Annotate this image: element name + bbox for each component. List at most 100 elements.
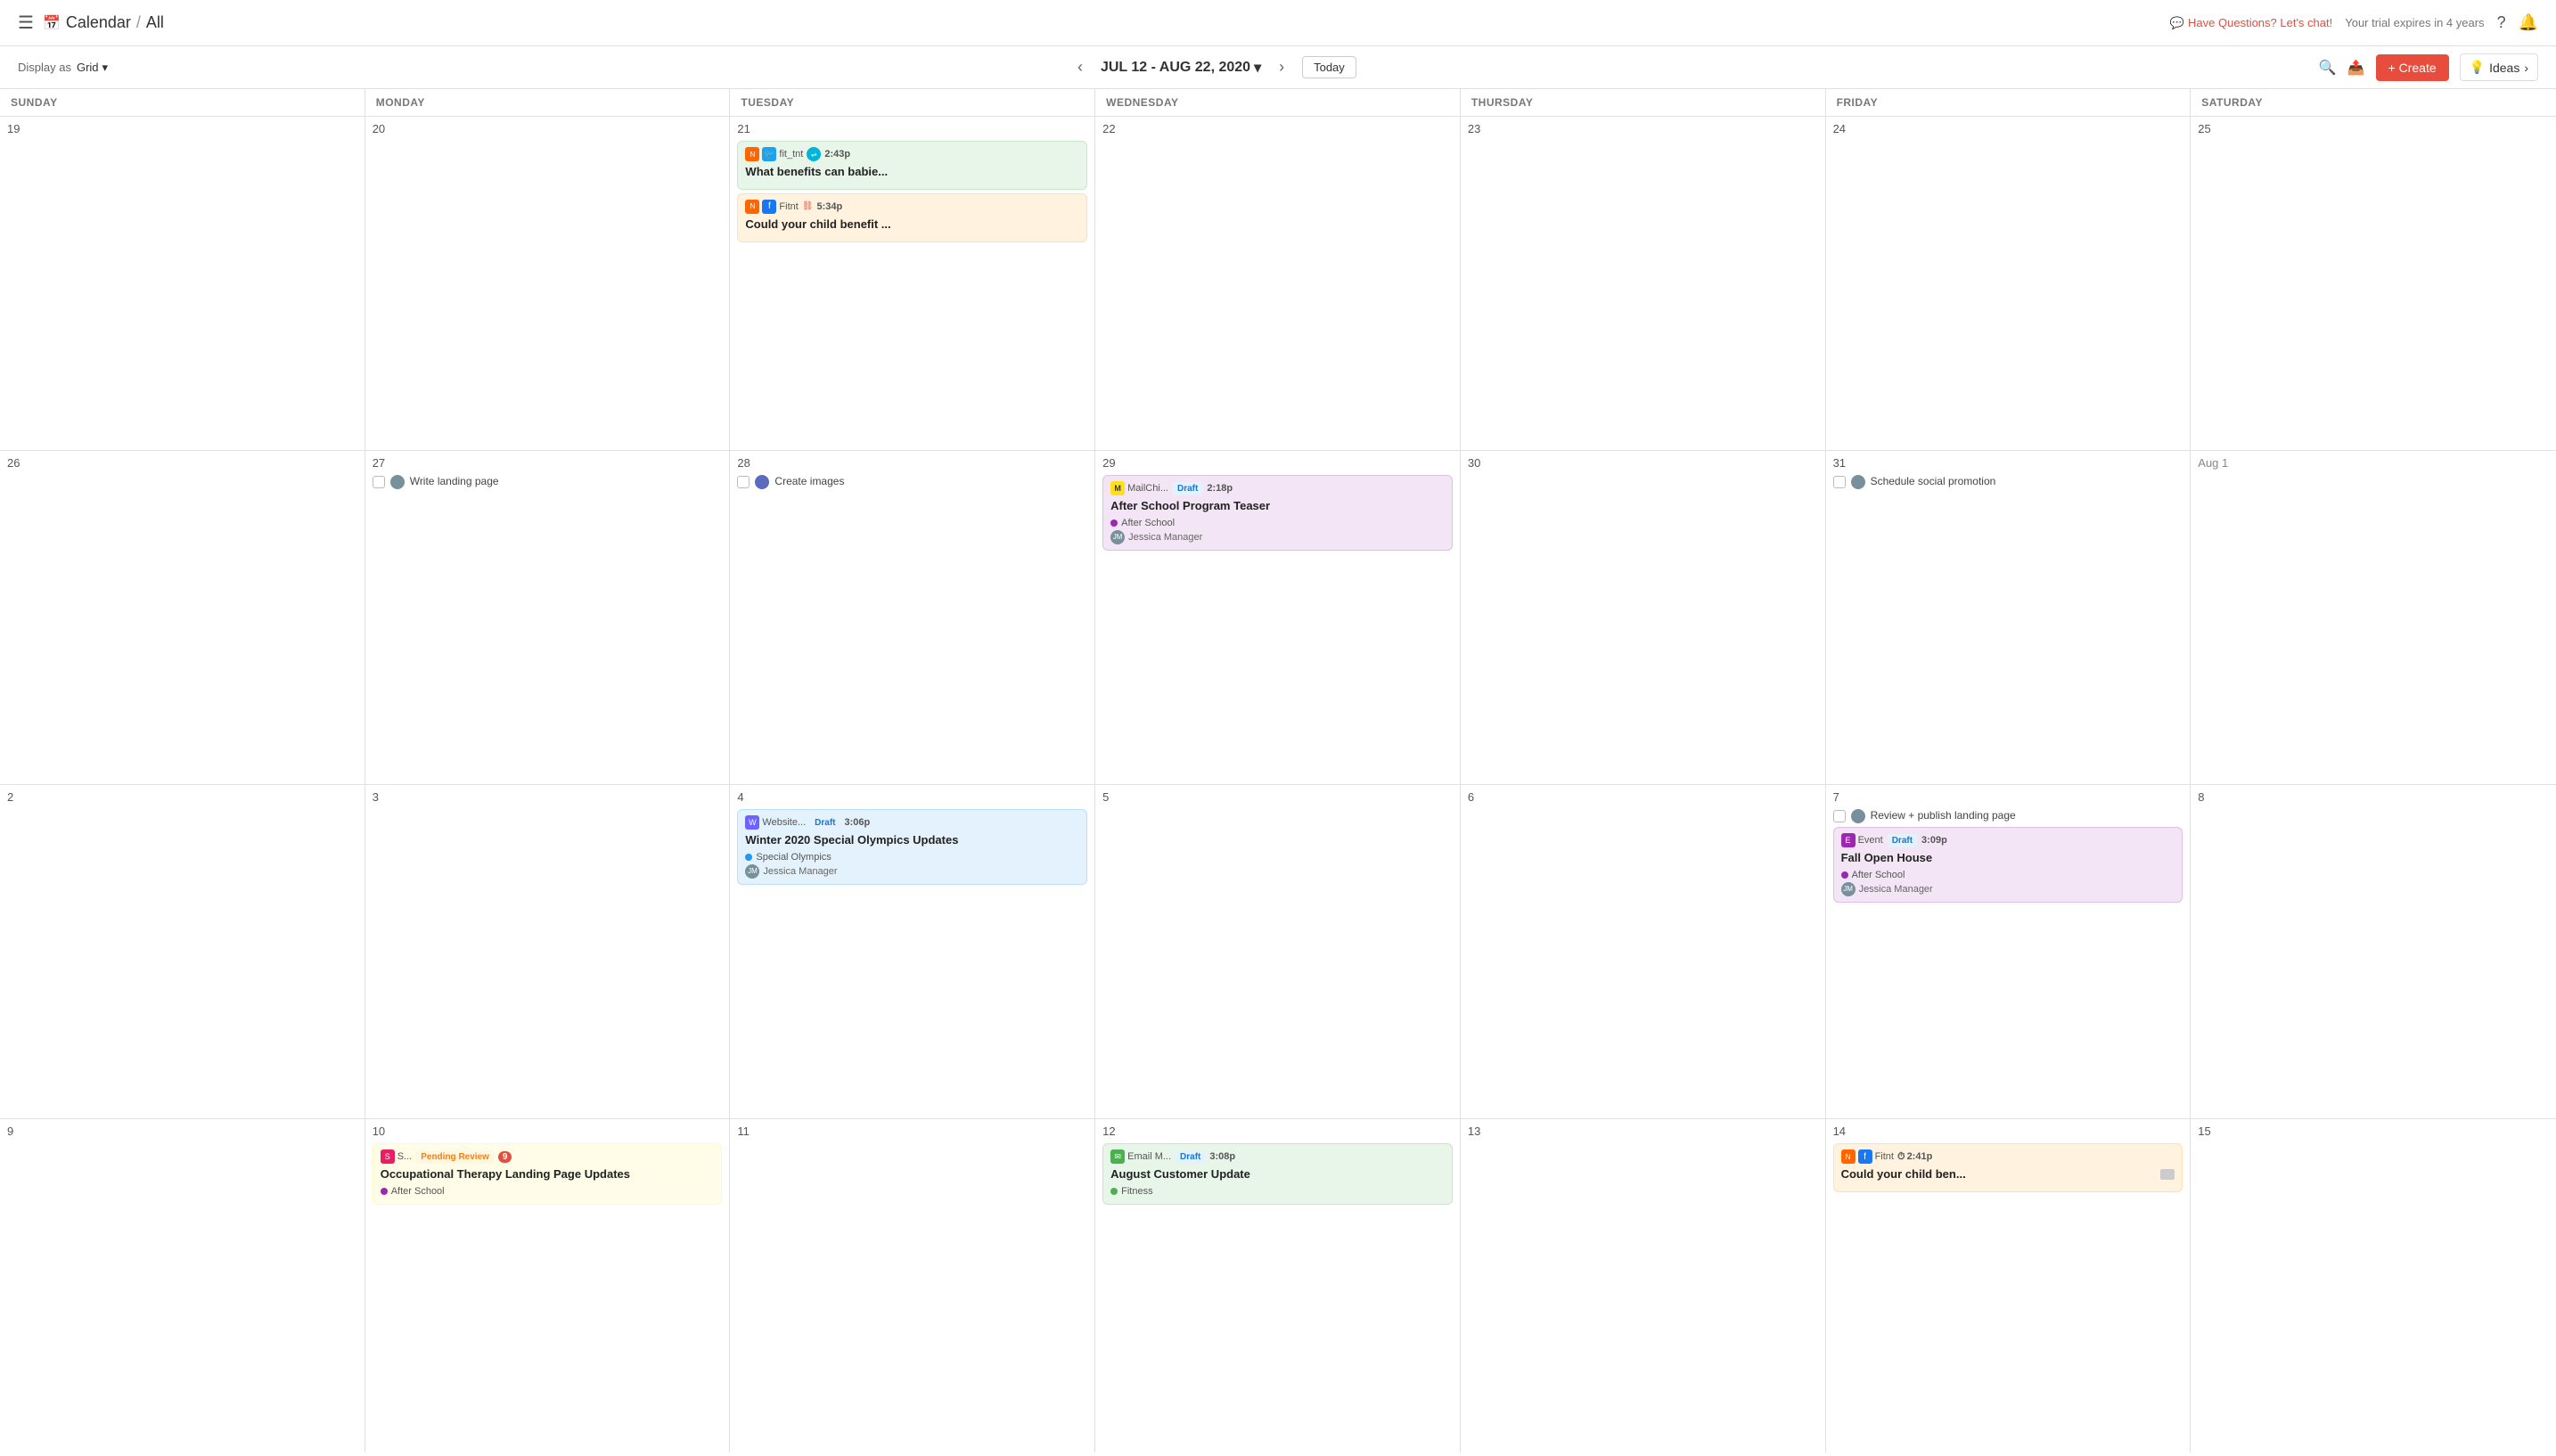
day-jul20: 20 [365, 117, 731, 450]
day-jul26: 26 + [0, 451, 365, 784]
channel-icon: N [745, 147, 759, 161]
day-number: 12 [1102, 1125, 1453, 1138]
channel-name: Website... [762, 817, 806, 828]
menu-icon[interactable]: ☰ [18, 12, 34, 34]
section-name: All [146, 13, 164, 32]
day-aug13: 13 [1461, 1119, 1826, 1452]
grid-select[interactable]: Grid ▾ [77, 61, 108, 75]
day-jul25: 25 [2191, 117, 2556, 450]
todo-checkbox[interactable] [373, 476, 385, 488]
card-tag: Special Olympics [745, 852, 1079, 863]
day-aug3: 3 [365, 785, 731, 1118]
author-name: Jessica Manager [763, 866, 837, 877]
help-icon[interactable]: ? [2497, 13, 2506, 32]
header-saturday: SATURDAY [2191, 89, 2556, 116]
time: 2:43p [824, 149, 850, 160]
create-button[interactable]: + Create [2376, 54, 2449, 81]
todo-text: Create images [774, 475, 844, 487]
todo-text: Review + publish landing page [1871, 809, 2016, 822]
avatar [755, 475, 769, 489]
todo-checkbox[interactable] [737, 476, 750, 488]
tag-dot [745, 854, 752, 861]
day-number: 24 [1833, 122, 2183, 135]
card-tag: After School [381, 1186, 715, 1197]
todo-create-images[interactable]: Create images [737, 475, 1087, 489]
day-number: 4 [737, 790, 1087, 804]
tag-name: After School [1121, 518, 1175, 528]
time-badge: 3:09p [1921, 835, 1947, 846]
card-author: JM Jessica Manager [1110, 530, 1445, 544]
day-number: 3 [373, 790, 723, 804]
channel-icon: N [1841, 1149, 1856, 1164]
card-fitnt-twitter-1[interactable]: N 🐦 fit_tnt ⇌ 2:43p What benefits can ba… [737, 141, 1087, 190]
avatar: JM [1110, 530, 1125, 544]
ideas-label: Ideas [2489, 61, 2519, 75]
toolbar-right: 🔍 📤 + Create 💡 Ideas › [2319, 53, 2538, 81]
card-header: W Website... Draft 3:06p [745, 815, 1079, 830]
card-header: N f Fitnt ⛓ 5:34p [745, 200, 1079, 214]
todo-schedule-social[interactable]: Schedule social promotion [1833, 475, 2183, 489]
bell-icon[interactable]: 🔔 [2519, 13, 2538, 32]
author-name: Jessica Manager [1128, 532, 1202, 543]
day-aug4: 4 W Website... Draft 3:06p Winter 2020 S… [730, 785, 1095, 1118]
card-header: E Event Draft 3:09p [1841, 833, 2175, 847]
next-arrow[interactable]: › [1272, 54, 1291, 80]
card-after-school-teaser[interactable]: M MailChi... Draft 2:18p After School Pr… [1102, 475, 1453, 551]
channel-badge: N 🐦 fit_tnt [745, 147, 803, 161]
channel-badge: W Website... [745, 815, 806, 830]
card-fitnt-fb[interactable]: N f Fitnt ⛓ 5:34p Could your child benef… [737, 193, 1087, 242]
header-wednesday: WEDNESDAY [1095, 89, 1461, 116]
day-aug10: 10 S S... Pending Review 9 Occupational … [365, 1119, 731, 1452]
prev-arrow[interactable]: ‹ [1070, 54, 1090, 80]
ideas-button[interactable]: 💡 Ideas › [2460, 53, 2538, 81]
tag-name: After School [1852, 870, 1905, 880]
card-header: N 🐦 fit_tnt ⇌ 2:43p [745, 147, 1079, 161]
todo-review-publish[interactable]: Review + publish landing page [1833, 809, 2183, 823]
card-fall-open-house[interactable]: E Event Draft 3:09p Fall Open House Afte… [1833, 827, 2183, 903]
day-aug14: 14 N f Fitnt ⏱ 2:41p [1826, 1119, 2191, 1452]
day-number: 25 [2198, 122, 2549, 135]
time: 2:41p [1907, 1151, 1933, 1162]
toolbar-center: ‹ JUL 12 - AUG 22, 2020 ▾ › Today [119, 54, 2308, 80]
tag-name: Fitness [1121, 1186, 1152, 1197]
day-aug9: 9 [0, 1119, 365, 1452]
day-number: 21 [737, 122, 1087, 135]
day-number: 28 [737, 456, 1087, 470]
today-button[interactable]: Today [1302, 56, 1356, 78]
search-icon[interactable]: 🔍 [2319, 59, 2337, 77]
day-number: 23 [1468, 122, 1818, 135]
day-aug6: 6 [1461, 785, 1826, 1118]
day-number: 26 + [7, 456, 357, 470]
todo-checkbox[interactable] [1833, 810, 1846, 822]
chevron-down-icon: ▾ [1254, 59, 1261, 77]
card-header: S S... Pending Review 9 [381, 1149, 715, 1164]
card-august-customer-update[interactable]: ✉ Email M... Draft 3:08p August Customer… [1102, 1143, 1453, 1205]
time: 3:06p [844, 817, 870, 828]
avatar [1851, 809, 1865, 823]
card-fitnt-aug14[interactable]: N f Fitnt ⏱ 2:41p Could your child ben..… [1833, 1143, 2183, 1192]
day-number: 31 [1833, 456, 2183, 470]
card-occupational-therapy[interactable]: S S... Pending Review 9 Occupational The… [373, 1143, 723, 1205]
tag-name: Special Olympics [756, 852, 831, 863]
event-icon: E [1841, 833, 1856, 847]
status-badge: Pending Review [415, 1150, 495, 1164]
date-range[interactable]: JUL 12 - AUG 22, 2020 ▾ [1101, 59, 1261, 77]
week-row-4: 9 10 S S... Pending Review 9 Occupationa… [0, 1119, 2556, 1452]
channel-badge: S S... [381, 1149, 413, 1164]
top-bar: ☰ 📅 Calendar / All 💬 Have Questions? Let… [0, 0, 2556, 46]
todo-checkbox[interactable] [1833, 476, 1846, 488]
day-number: 29 [1102, 456, 1453, 470]
tag-dot [1110, 1188, 1118, 1195]
share-icon[interactable]: 📤 [2347, 59, 2365, 77]
day-headers: SUNDAY MONDAY TUESDAY WEDNESDAY THURSDAY… [0, 89, 2556, 117]
day-number: 14 [1833, 1125, 2183, 1138]
avatar: JM [1841, 882, 1856, 896]
card-author: JM Jessica Manager [1841, 882, 2175, 896]
channel-badge: N f Fitnt [745, 200, 798, 214]
card-winter-special-olympics[interactable]: W Website... Draft 3:06p Winter 2020 Spe… [737, 809, 1087, 885]
todo-write-landing[interactable]: Write landing page [373, 475, 723, 489]
day-number: 22 [1102, 122, 1453, 135]
status-badge: Draft [809, 816, 840, 830]
chat-link[interactable]: 💬 Have Questions? Let's chat! [2170, 16, 2332, 30]
author-name: Jessica Manager [1859, 884, 1933, 895]
